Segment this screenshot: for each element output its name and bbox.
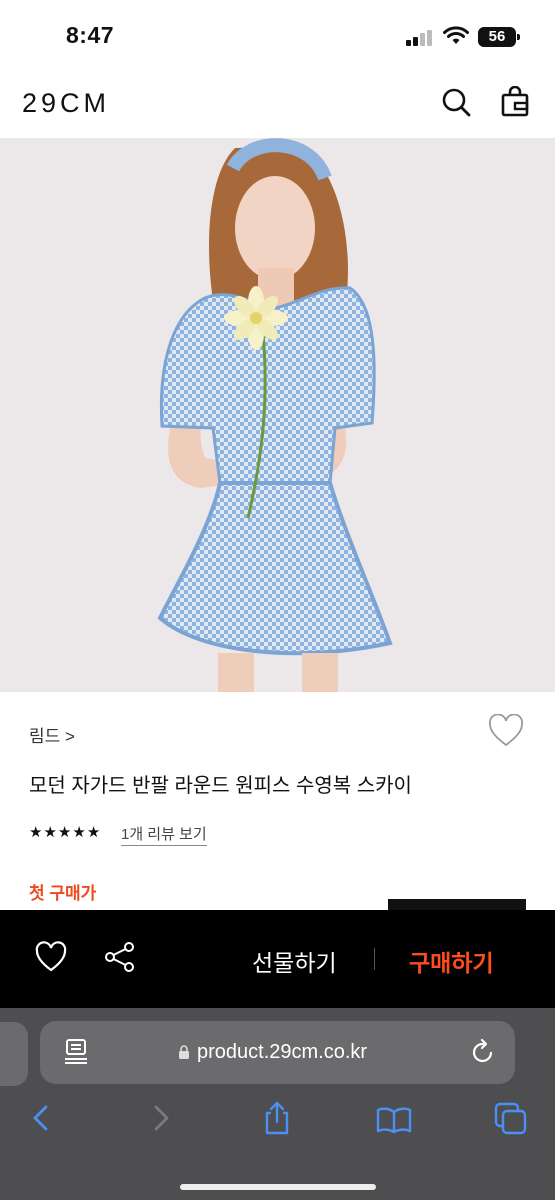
gift-button[interactable]: 선물하기 [252, 944, 337, 978]
logo[interactable]: 29CM [22, 88, 110, 119]
forward-icon [154, 1105, 169, 1131]
star-icon: ★ [86, 824, 101, 841]
status-bar: 8:47 56 [0, 0, 555, 70]
star-icon: ★ [72, 824, 86, 841]
share-icon[interactable] [262, 1100, 292, 1136]
home-indicator [180, 1184, 376, 1190]
star-icon: ★ [57, 824, 72, 841]
product-image[interactable] [0, 138, 555, 692]
divider [374, 948, 375, 970]
share-icon[interactable] [103, 940, 137, 974]
previous-tab[interactable] [0, 1022, 28, 1086]
wifi-icon [443, 26, 469, 44]
heart-icon[interactable] [34, 940, 68, 974]
buy-button[interactable]: 구매하기 [409, 944, 494, 978]
battery-indicator: 56 [478, 27, 520, 47]
brand-link[interactable]: 림드 > [29, 722, 75, 747]
tabs-icon[interactable] [494, 1102, 528, 1136]
back-icon[interactable] [30, 1104, 52, 1132]
search-icon[interactable] [440, 86, 472, 118]
review-link[interactable]: 1개 리뷰 보기 [121, 823, 207, 846]
status-time: 8:47 [66, 22, 115, 48]
url-text[interactable]: product.29cm.co.kr [197, 1041, 367, 1064]
product-info: 림드 > 모던 자가드 반팔 라운드 원피스 수영복 스카이 ★ ★ ★ ★ ★… [0, 692, 555, 912]
lock-icon [179, 1045, 189, 1059]
product-title: 모던 자가드 반팔 라운드 원피스 수영복 스카이 [29, 775, 412, 797]
model-photo [157, 138, 393, 692]
first-purchase-price-label: 첫 구매가 [29, 884, 97, 903]
app-header: 29CM [0, 70, 555, 138]
heart-icon[interactable] [488, 714, 524, 748]
browser-toolbar: product.29cm.co.kr [0, 1008, 555, 1200]
rating-stars: ★ ★ ★ ★ ★ [29, 825, 100, 841]
bookmarks-icon[interactable] [376, 1106, 412, 1134]
reader-icon[interactable] [64, 1038, 88, 1064]
star-icon: ★ [29, 824, 43, 841]
shopping-bag-icon[interactable] [499, 86, 531, 118]
star-icon: ★ [43, 824, 57, 841]
purchase-bar: 선물하기 구매하기 [0, 910, 555, 1008]
reload-icon[interactable] [470, 1038, 496, 1066]
cellular-signal-icon [406, 30, 434, 46]
